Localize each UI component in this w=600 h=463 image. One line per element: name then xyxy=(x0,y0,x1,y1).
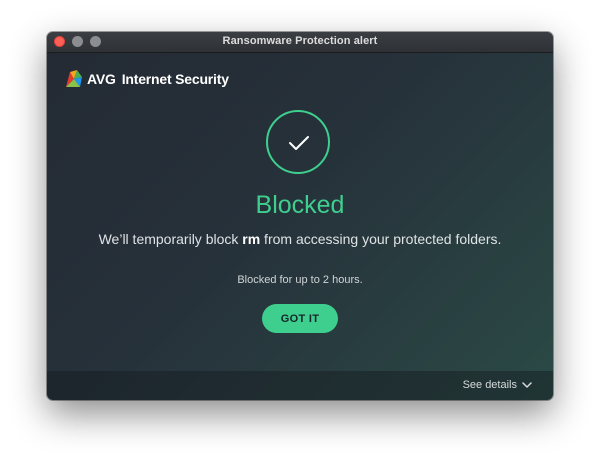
status-title: Blocked xyxy=(255,191,345,219)
product-name: Internet Security xyxy=(121,71,229,87)
alert-message: We’ll temporarily block rm from accessin… xyxy=(47,231,553,247)
see-details-link[interactable]: See details xyxy=(463,379,532,391)
title-bar: Ransomware Protection alert xyxy=(47,32,553,53)
blocked-status-icon xyxy=(266,110,330,174)
chevron-down-icon xyxy=(522,381,532,388)
block-duration-text: Blocked for up to 2 hours. xyxy=(237,274,363,286)
checkmark-icon xyxy=(289,136,309,150)
brand-name: AVG xyxy=(87,71,116,87)
message-prefix: We’ll temporarily block xyxy=(98,231,243,247)
alert-window: Ransomware Protection alert AVG Internet… xyxy=(47,32,553,400)
avg-logo-icon xyxy=(66,70,82,87)
got-it-button[interactable]: GOT IT xyxy=(262,304,338,333)
footer-bar: See details xyxy=(47,371,553,400)
window-title: Ransomware Protection alert xyxy=(222,35,378,47)
see-details-label: See details xyxy=(462,379,517,391)
blocked-process-name: rm xyxy=(242,231,261,247)
brand-header: AVG Internet Security xyxy=(64,68,229,90)
message-suffix: from accessing your protected folders. xyxy=(260,231,502,247)
